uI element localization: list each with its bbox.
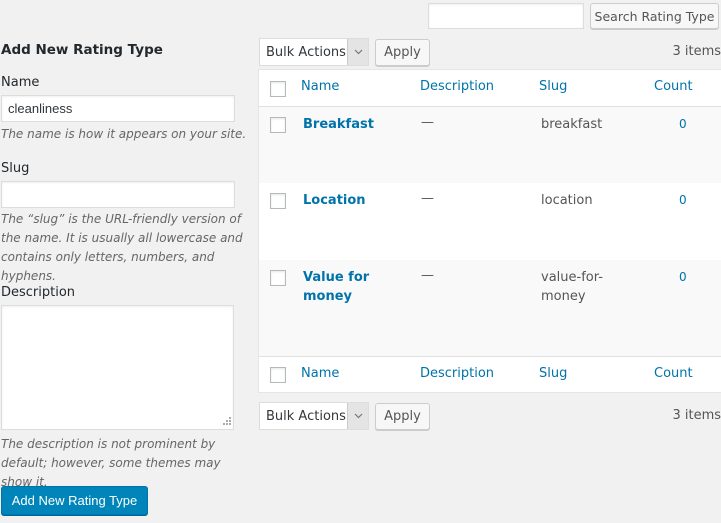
add-new-rating-type-button[interactable]: Add New Rating Type bbox=[1, 486, 148, 515]
column-header-count[interactable]: Count bbox=[654, 79, 693, 94]
description-label: Description bbox=[1, 285, 76, 300]
slug-label: Slug bbox=[1, 161, 30, 176]
apply-button-top[interactable]: Apply bbox=[375, 39, 430, 66]
term-slug: location bbox=[541, 193, 593, 208]
select-all-checkbox[interactable] bbox=[270, 81, 286, 97]
name-field[interactable] bbox=[1, 95, 235, 122]
description-help-text: The description is not prominent by defa… bbox=[1, 437, 221, 489]
name-help-text: The name is how it appears on your site. bbox=[1, 127, 247, 141]
column-footer-slug[interactable]: Slug bbox=[539, 366, 567, 381]
table-row: Breakfast — breakfast 0 bbox=[259, 107, 721, 183]
chevron-down-icon[interactable] bbox=[347, 403, 368, 429]
slug-help-text: The “slug” is the URL-friendly version o… bbox=[1, 212, 243, 283]
form-title: Add New Rating Type bbox=[1, 42, 163, 58]
column-header-slug[interactable]: Slug bbox=[539, 79, 567, 94]
table-row: Location — location 0 bbox=[259, 183, 721, 260]
row-checkbox[interactable] bbox=[270, 193, 286, 209]
term-name-link[interactable]: Value for money bbox=[303, 268, 383, 306]
column-footer-description[interactable]: Description bbox=[420, 366, 494, 381]
items-count-bottom: 3 items bbox=[672, 408, 721, 423]
resize-grip-icon[interactable] bbox=[221, 417, 231, 427]
term-description: — bbox=[421, 115, 434, 130]
row-checkbox[interactable] bbox=[270, 117, 286, 133]
term-count-link[interactable]: 0 bbox=[679, 270, 687, 284]
select-all-checkbox-footer[interactable] bbox=[270, 367, 286, 383]
apply-button-bottom[interactable]: Apply bbox=[375, 403, 430, 430]
search-input[interactable] bbox=[428, 3, 584, 29]
column-footer-name[interactable]: Name bbox=[301, 366, 339, 381]
items-count-top: 3 items bbox=[672, 44, 721, 59]
term-slug: breakfast bbox=[541, 117, 603, 132]
row-checkbox[interactable] bbox=[270, 270, 286, 286]
term-name-link[interactable]: Location bbox=[303, 191, 383, 210]
description-textarea[interactable] bbox=[1, 305, 234, 430]
table-row: Value for money — value-for-money 0 bbox=[259, 260, 721, 356]
search-button[interactable]: Search Rating Type bbox=[590, 3, 719, 29]
term-count-link[interactable]: 0 bbox=[679, 193, 687, 207]
column-header-name[interactable]: Name bbox=[301, 79, 339, 94]
term-description: — bbox=[421, 191, 434, 206]
name-label: Name bbox=[1, 75, 40, 90]
rating-types-table: Name Description Slug Count Breakfast — … bbox=[258, 69, 721, 393]
term-slug: value-for-money bbox=[541, 270, 603, 304]
column-header-description[interactable]: Description bbox=[420, 79, 494, 94]
bulk-actions-select-bottom[interactable]: Bulk Actions bbox=[259, 402, 369, 430]
bulk-actions-label: Bulk Actions bbox=[266, 44, 346, 60]
term-count-link[interactable]: 0 bbox=[679, 117, 687, 131]
slug-field[interactable] bbox=[1, 181, 235, 208]
term-name-link[interactable]: Breakfast bbox=[303, 115, 383, 134]
bulk-actions-select-top[interactable]: Bulk Actions bbox=[259, 38, 369, 66]
column-footer-count[interactable]: Count bbox=[654, 366, 693, 381]
footer-divider bbox=[259, 356, 721, 357]
term-description: — bbox=[421, 268, 434, 283]
chevron-down-icon[interactable] bbox=[347, 39, 368, 65]
bulk-actions-label: Bulk Actions bbox=[266, 408, 346, 424]
